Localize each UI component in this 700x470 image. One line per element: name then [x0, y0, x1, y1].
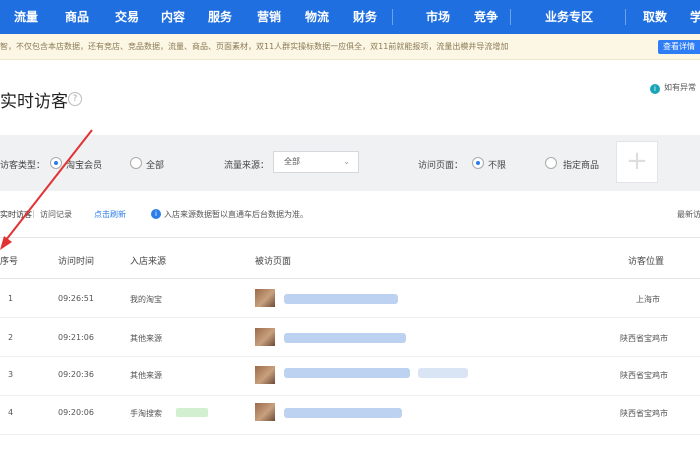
arrow-shaft [5, 129, 93, 241]
page: 流量 商品 交易 内容 服务 营销 物流 财务 市场 竞争 业务专区 取数 学 … [0, 0, 700, 470]
arrow-head [0, 236, 12, 250]
annotation-arrow [0, 129, 93, 250]
